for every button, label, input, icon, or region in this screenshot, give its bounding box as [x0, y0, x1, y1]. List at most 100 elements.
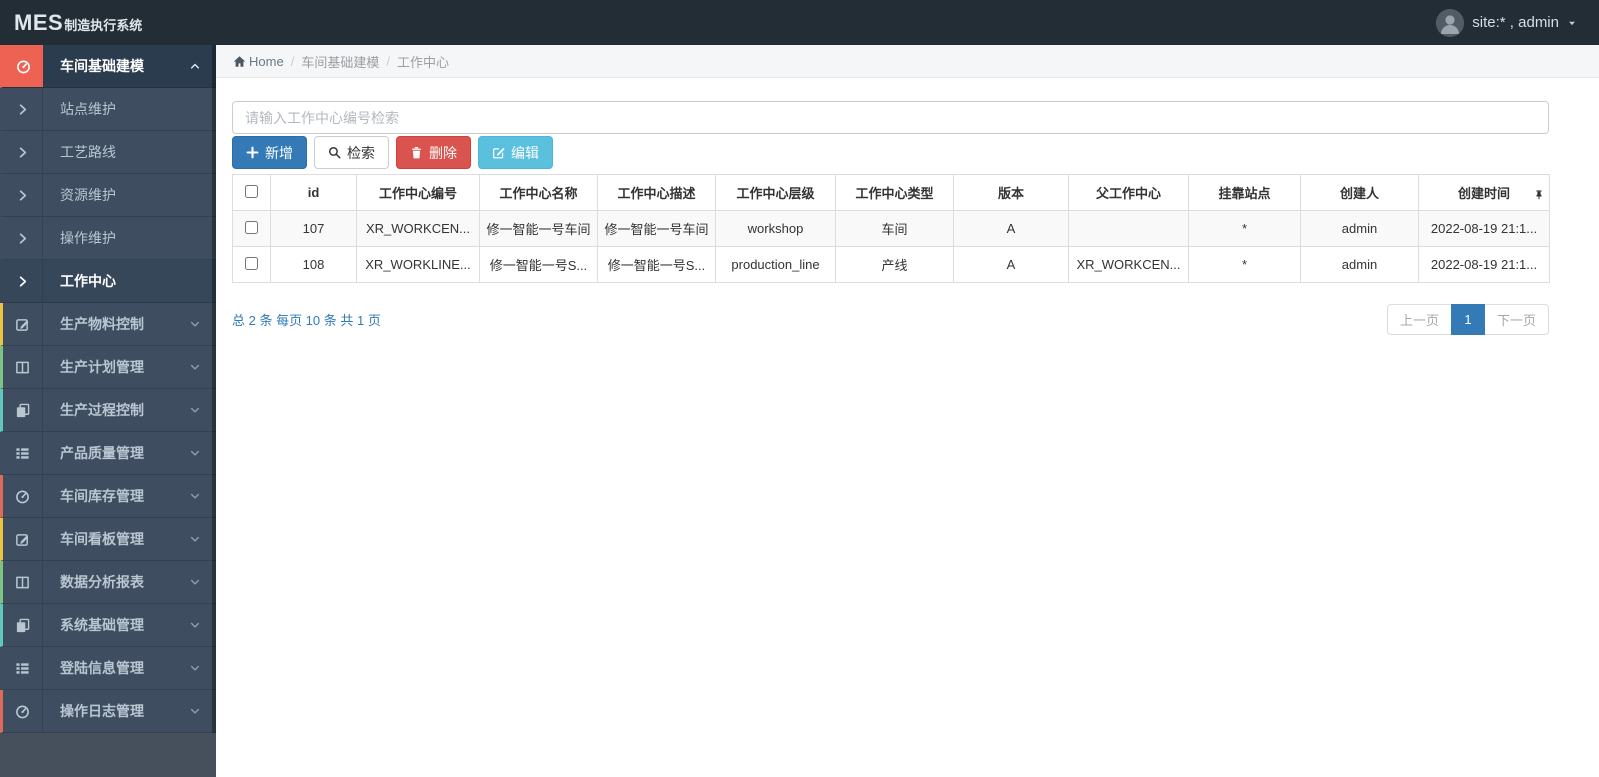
sidebar-item-label: 生产过程控制: [60, 402, 144, 418]
edit-icon: [492, 146, 505, 159]
sidebar-item-operation-log[interactable]: 操作日志管理: [0, 690, 216, 733]
table-cell: admin: [1300, 246, 1419, 283]
pin-icon[interactable]: [1534, 187, 1544, 199]
sidebar-item-kanban-management[interactable]: 车间看板管理: [0, 518, 216, 561]
table-cell: admin: [1300, 210, 1419, 247]
table-row[interactable]: 108 XR_WORKLINE... 修一智能一号S... 修一智能一号S... pro…: [232, 246, 1550, 283]
sidebar-item-label: 站点维护: [60, 101, 116, 117]
select-all-header: [232, 174, 271, 211]
person-icon: [1436, 8, 1465, 37]
column-header[interactable]: 工作中心编号: [356, 174, 480, 211]
column-header[interactable]: 工作中心类型: [835, 174, 954, 211]
user-menu[interactable]: site:* , admin: [1414, 0, 1599, 45]
row-checkbox[interactable]: [245, 256, 258, 270]
sidebar-item-resource-maintenance[interactable]: 资源维护: [0, 174, 216, 217]
button-label: 检索: [347, 144, 375, 161]
sidebar-item-process-route[interactable]: 工艺路线: [0, 131, 216, 174]
row-checkbox[interactable]: [245, 220, 258, 234]
sidebar: 车间基础建模 站点维护工艺路线 资源维护 操作维护 工作中心生产物料控制生产计划管理生产…: [0, 45, 216, 777]
select-all-checkbox[interactable]: [245, 184, 258, 198]
chevron-down-icon: [189, 361, 216, 373]
delete-button[interactable]: 删除: [396, 136, 471, 169]
chevron-down-icon: [189, 705, 216, 717]
table-cell: *: [1188, 246, 1301, 283]
chevron-right-icon: [3, 260, 43, 302]
breadcrumb-item-module[interactable]: 车间基础建模: [301, 52, 379, 71]
main-area: Home / 车间基础建模 / 工作中心 新增检索删除编辑 id工作中心编号工作…: [216, 45, 1599, 777]
sidebar-item-plan-management[interactable]: 生产计划管理: [0, 346, 216, 389]
column-header[interactable]: 工作中心描述: [597, 174, 716, 211]
sidebar-item-label: 产品质量管理: [60, 445, 144, 461]
table-cell: 107: [270, 210, 357, 247]
sidebar-item-login-info[interactable]: 登陆信息管理: [0, 647, 216, 690]
breadcrumb-home-label: Home: [249, 53, 284, 69]
chevron-up-icon: [189, 60, 216, 72]
column-header[interactable]: 工作中心名称: [479, 174, 598, 211]
table-cell: workshop: [715, 210, 836, 247]
column-header[interactable]: 创建时间: [1418, 174, 1550, 211]
chevron-down-icon: [189, 490, 216, 502]
table-cell: [1068, 210, 1189, 247]
sidebar-item-work-center[interactable]: 工作中心: [0, 260, 216, 303]
column-header[interactable]: 父工作中心: [1068, 174, 1189, 211]
table-cell: XR_WORKCEN...: [1068, 246, 1189, 283]
chevron-down-icon: [189, 662, 216, 674]
breadcrumb-item-page: 工作中心: [396, 54, 449, 70]
sidebar-item-data-analysis[interactable]: 数据分析报表: [0, 561, 216, 604]
data-table: id 工作中心编号 工作中心名称 工作中心描述 工作中心层级 工作中心类型 版本 父工作中心挂…: [232, 174, 1550, 283]
sidebar-item-label: 车间基础建模: [60, 58, 144, 74]
table-cell: 修一智能一号车间: [479, 210, 598, 247]
search-icon: [328, 146, 341, 159]
sidebar-item-process-control[interactable]: 生产过程控制: [0, 389, 216, 432]
trash-icon: [410, 146, 423, 159]
column-header[interactable]: 创建人: [1300, 174, 1419, 211]
table-cell: 2022-08-19 21:1...: [1418, 210, 1550, 247]
chevron-right-icon: [3, 88, 43, 130]
add-button[interactable]: 新增: [232, 136, 307, 169]
column-header[interactable]: id: [270, 174, 357, 211]
table-cell: production_line: [715, 246, 836, 283]
book-icon: [3, 389, 43, 431]
list-icon: [3, 432, 43, 474]
sidebar-item-workshop-modeling[interactable]: 车间基础建模: [0, 45, 216, 88]
sidebar-item-operation-maintenance[interactable]: 操作维护: [0, 217, 216, 260]
sidebar-item-label: 登陆信息管理: [60, 660, 144, 676]
gauge-icon: [3, 45, 43, 87]
table-cell: 修一智能一号车间: [597, 210, 716, 247]
next-page-button[interactable]: 下一页: [1483, 304, 1549, 335]
pagination-row: 总 2 条 每页 10 条 共 1 页 上一页 1 下一页: [232, 304, 1549, 335]
sidebar-item-material-control[interactable]: 生产物料控制: [0, 303, 216, 346]
app-logo-rest: 制造执行系统: [64, 17, 143, 33]
edit-button[interactable]: 编辑: [478, 136, 553, 169]
sidebar-item-quality-management[interactable]: 产品质量管理: [0, 432, 216, 475]
sidebar-item-label: 生产物料控制: [60, 316, 144, 332]
current-page-button[interactable]: 1: [1450, 304, 1485, 335]
table-cell: XR_WORKLINE...: [356, 246, 480, 283]
app-logo-bold: MES: [14, 9, 64, 35]
column-header[interactable]: 工作中心层级: [715, 174, 836, 211]
search-input[interactable]: [232, 101, 1549, 134]
button-label: 删除: [429, 144, 457, 161]
chevron-down-icon: [189, 447, 216, 459]
table-row[interactable]: 107 XR_WORKCEN... 修一智能一号车间 修一智能一号车间 workshop…: [232, 210, 1550, 247]
breadcrumb-separator: /: [386, 53, 390, 69]
app-logo[interactable]: MES 制造执行系统: [0, 10, 142, 36]
chevron-down-icon: [189, 533, 216, 545]
caret-down-icon: [1569, 21, 1575, 25]
prev-page-button[interactable]: 上一页: [1386, 304, 1452, 335]
sidebar-item-inventory-management[interactable]: 车间库存管理: [0, 475, 216, 518]
chevron-down-icon: [189, 318, 216, 330]
columns-icon: [3, 346, 43, 388]
list-icon: [3, 647, 43, 689]
search-button[interactable]: 检索: [314, 136, 389, 169]
sidebar-item-label: 车间库存管理: [60, 488, 144, 504]
sidebar-item-system-management[interactable]: 系统基础管理: [0, 604, 216, 647]
avatar: [1436, 8, 1465, 37]
breadcrumb-home[interactable]: Home: [233, 54, 284, 69]
sidebar-item-station-maintenance[interactable]: 站点维护: [0, 88, 216, 131]
column-header[interactable]: 挂靠站点: [1188, 174, 1301, 211]
column-header[interactable]: 版本: [953, 174, 1069, 211]
gauge-icon: [3, 690, 43, 732]
sidebar-item-label: 车间看板管理: [60, 531, 144, 547]
table-cell: 车间: [835, 210, 954, 247]
